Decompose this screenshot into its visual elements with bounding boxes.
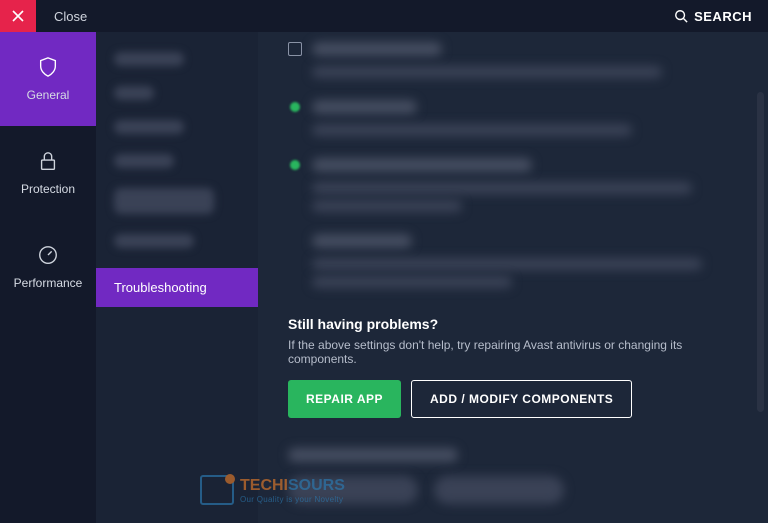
search-label: SEARCH: [694, 9, 752, 24]
subnav-item-blurred[interactable]: [114, 188, 214, 214]
watermark-icon: [200, 475, 234, 505]
setting-row: [288, 100, 738, 136]
close-button[interactable]: [0, 0, 36, 32]
subnav-item-troubleshooting[interactable]: Troubleshooting: [96, 268, 258, 307]
blurred-button[interactable]: [434, 476, 564, 504]
setting-title-blurred: [312, 234, 412, 248]
setting-row: [288, 158, 738, 212]
setting-title-blurred: [312, 42, 442, 56]
setting-title-blurred: [288, 448, 458, 462]
sidebar: General Protection Performance: [0, 32, 96, 523]
scrollbar[interactable]: [757, 92, 764, 412]
search-button[interactable]: SEARCH: [674, 0, 752, 32]
subnav-item-blurred[interactable]: [114, 154, 174, 168]
gauge-icon: [37, 244, 59, 266]
watermark-tagline: Our Quality is your Novelty: [240, 495, 345, 504]
settings-subnav: Troubleshooting: [96, 32, 258, 523]
setting-row: [288, 42, 738, 78]
troubleshoot-heading: Still having problems?: [288, 316, 738, 332]
subnav-item-blurred[interactable]: [114, 86, 154, 100]
checkbox[interactable]: [288, 42, 302, 56]
subnav-item-blurred[interactable]: [114, 120, 184, 134]
shield-icon: [37, 56, 59, 78]
setting-desc-blurred: [312, 124, 632, 136]
setting-title-blurred: [312, 100, 417, 114]
troubleshoot-description: If the above settings don't help, try re…: [288, 338, 738, 366]
watermark: TECHISOURS Our Quality is your Novelty: [200, 475, 345, 505]
content-pane: Still having problems? If the above sett…: [258, 32, 768, 523]
setting-desc-blurred: [312, 66, 662, 78]
troubleshoot-section: Still having problems? If the above sett…: [288, 316, 738, 418]
setting-row: [288, 234, 738, 288]
setting-row: [288, 448, 738, 504]
status-dot: [290, 160, 300, 170]
setting-desc-blurred: [312, 182, 692, 194]
subnav-item-label: Troubleshooting: [114, 280, 207, 295]
sidebar-item-label: Performance: [14, 276, 83, 290]
setting-desc-blurred: [312, 258, 702, 270]
setting-title-blurred: [312, 158, 532, 172]
title-bar: Close SEARCH: [0, 0, 768, 32]
sidebar-item-general[interactable]: General: [0, 32, 96, 126]
status-dot: [290, 102, 300, 112]
setting-desc-blurred: [312, 200, 462, 212]
setting-desc-blurred: [312, 276, 512, 288]
subnav-item-blurred[interactable]: [114, 234, 194, 248]
repair-app-button[interactable]: REPAIR APP: [288, 380, 401, 418]
subnav-item-blurred[interactable]: [114, 52, 184, 66]
lock-icon: [37, 150, 59, 172]
close-label: Close: [54, 9, 87, 24]
sidebar-item-label: General: [27, 88, 70, 102]
watermark-brand: TECHISOURS: [240, 477, 345, 495]
sidebar-item-protection[interactable]: Protection: [0, 126, 96, 220]
sidebar-item-label: Protection: [21, 182, 75, 196]
sidebar-item-performance[interactable]: Performance: [0, 220, 96, 314]
close-icon: [12, 10, 24, 22]
search-icon: [674, 9, 688, 23]
add-modify-components-button[interactable]: ADD / MODIFY COMPONENTS: [411, 380, 632, 418]
